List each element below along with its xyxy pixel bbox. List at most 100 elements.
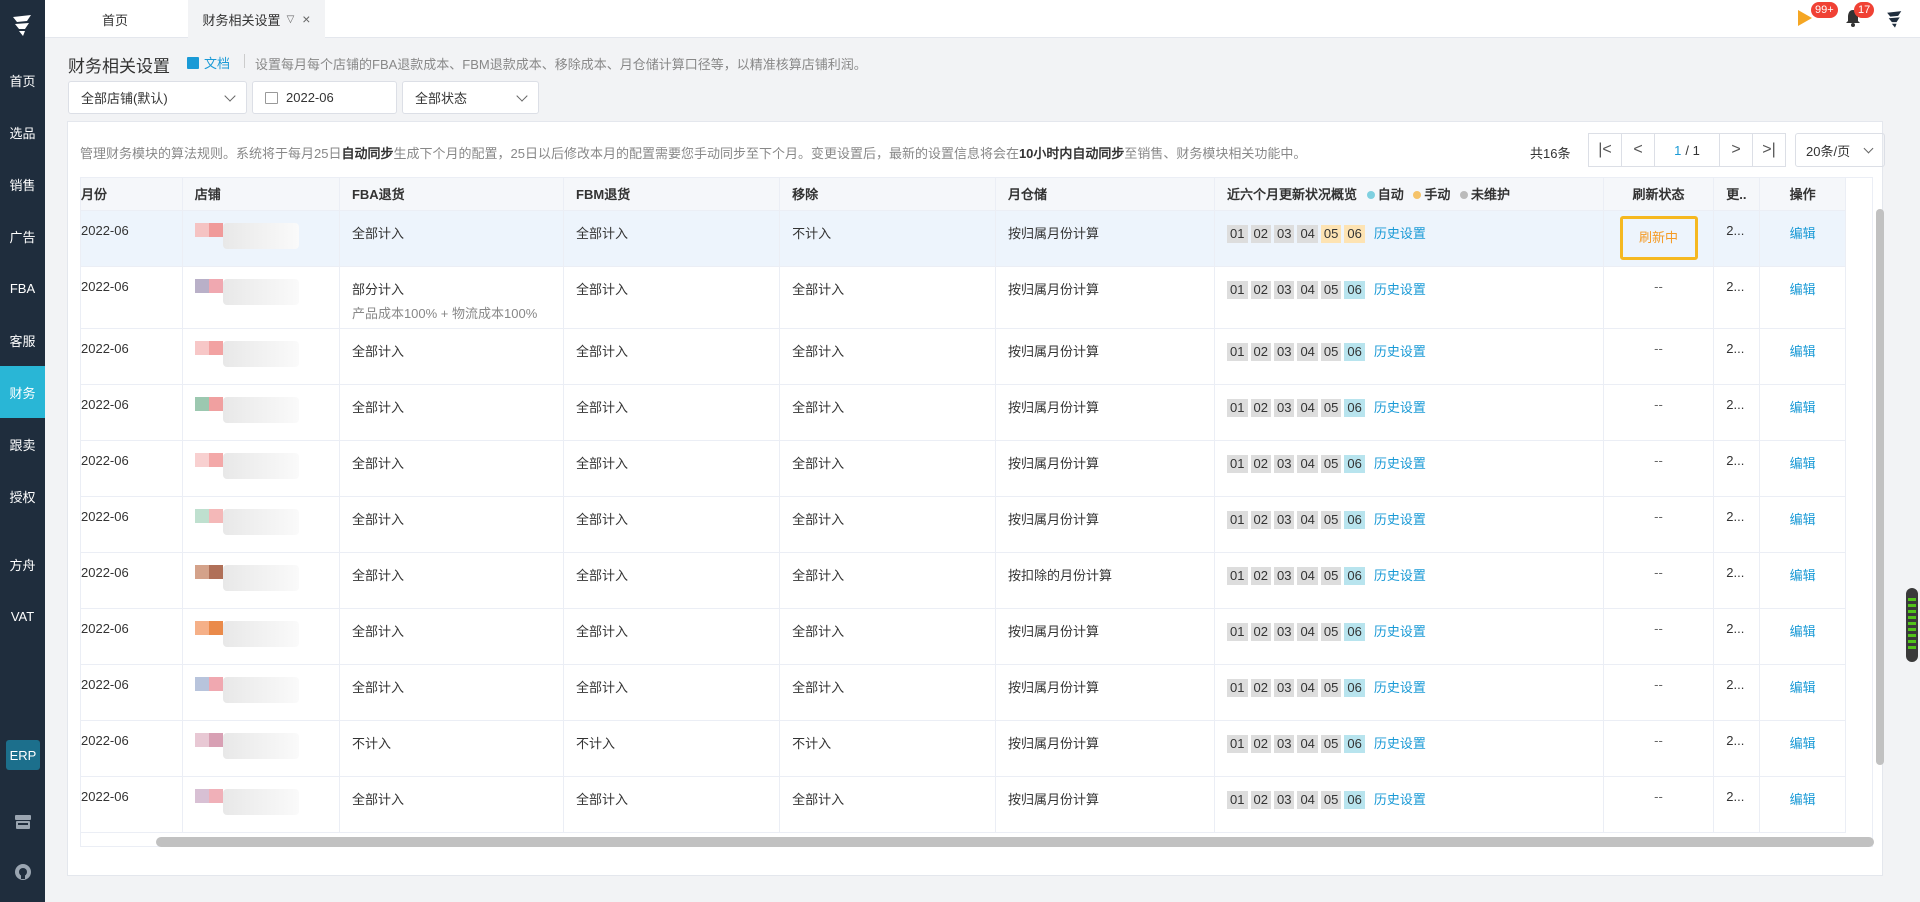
history-link[interactable]: 历史设置 [1374, 400, 1426, 415]
vertical-scrollbar[interactable] [1876, 209, 1884, 765]
status-select[interactable]: 全部状态 [402, 81, 539, 114]
doc-link-label: 文档 [204, 56, 231, 71]
doc-link[interactable]: 文档 [187, 53, 230, 72]
floating-widget[interactable] [1906, 588, 1918, 662]
sidebar-item[interactable]: 首页 [0, 54, 45, 106]
shop-select[interactable]: 全部店铺(默认) [68, 81, 247, 114]
close-icon[interactable]: × [302, 11, 310, 27]
month-chip: 04 [1297, 678, 1318, 697]
cell-action: 编辑 [1759, 720, 1846, 777]
store-icon[interactable] [11, 810, 35, 834]
edit-link[interactable]: 编辑 [1790, 568, 1816, 583]
month-chip: 02 [1250, 622, 1271, 641]
month-chip: 03 [1273, 566, 1295, 585]
table-row: 2022-06 全部计入 全部计入 全部计入 按扣除的月份计算 01 02 03 04 05 06 历… [81, 552, 1846, 609]
cell-overview: 01 02 03 04 05 06 历史设置 [1214, 776, 1604, 833]
refresh-status: -- [1654, 340, 1663, 356]
sidebar-item[interactable]: 销售 [0, 158, 45, 210]
cell-overview: 01 02 03 04 05 06 历史设置 [1214, 384, 1604, 441]
cell-month: 2022-06 [81, 266, 183, 329]
cell-removal: 全部计入 [779, 608, 996, 665]
edit-link[interactable]: 编辑 [1790, 512, 1816, 527]
cell-shop [182, 266, 340, 329]
history-link[interactable]: 历史设置 [1374, 282, 1426, 297]
page-indicator[interactable]: 1/ 1 [1654, 133, 1720, 167]
history-link[interactable]: 历史设置 [1374, 512, 1426, 527]
notice-bold: 自动同步 [341, 146, 394, 161]
calendar-icon [265, 91, 278, 104]
chevron-down-icon [516, 90, 528, 102]
cell-storage: 按归属月份计算 [995, 776, 1216, 833]
edit-link[interactable]: 编辑 [1790, 282, 1816, 297]
history-link[interactable]: 历史设置 [1374, 568, 1426, 583]
sidebar-item[interactable]: 广告 [0, 210, 45, 262]
sidebar-item[interactable]: FBA [0, 262, 45, 314]
tab-home[interactable]: 首页 [45, 0, 185, 38]
user-avatar-icon[interactable] [1884, 8, 1906, 30]
app-logo-icon[interactable] [8, 10, 38, 40]
edit-link[interactable]: 编辑 [1790, 344, 1816, 359]
shop-avatar [194, 222, 327, 249]
edit-link[interactable]: 编辑 [1790, 792, 1816, 807]
sidebar-item[interactable]: 客服 [0, 314, 45, 366]
cell-updated: 2... [1713, 720, 1761, 777]
month-chip: 02 [1250, 790, 1271, 809]
cell-action: 编辑 [1759, 210, 1846, 267]
table-row: 2022-06 全部计入 全部计入 全部计入 按归属月份计算 01 02 03 04 05 06 历史… [81, 608, 1846, 665]
last-page-button[interactable]: >| [1752, 133, 1786, 167]
shop-name-blurred [222, 564, 299, 591]
month-picker[interactable]: 2022-06 [252, 81, 397, 114]
page-size-value: 20条/页 [1806, 143, 1851, 159]
cell-shop [182, 776, 340, 833]
cell-refresh: -- [1603, 266, 1715, 329]
month-chip: 02 [1250, 510, 1271, 529]
shop-avatar [194, 732, 327, 759]
sidebar-item[interactable]: 跟卖 [0, 418, 45, 470]
history-link[interactable]: 历史设置 [1374, 680, 1426, 695]
horizontal-scrollbar[interactable] [156, 837, 1874, 847]
cell-removal: 不计入 [779, 720, 996, 777]
cell-fbm: 全部计入 [563, 664, 781, 721]
table-row: 2022-06 全部计入 全部计入 全部计入 按归属月份计算 01 02 03 04 05 06 历史… [81, 384, 1846, 441]
history-link[interactable]: 历史设置 [1374, 456, 1426, 471]
cell-overview: 01 02 03 04 05 06 历史设置 [1214, 328, 1604, 385]
tab-finance-settings[interactable]: 财务相关设置 ▽ × [188, 0, 325, 38]
edit-link[interactable]: 编辑 [1790, 624, 1816, 639]
month-chip: 06 [1344, 224, 1365, 243]
history-link[interactable]: 历史设置 [1374, 624, 1426, 639]
month-chip: 03 [1273, 454, 1295, 473]
edit-link[interactable]: 编辑 [1790, 226, 1816, 241]
cell-refresh: -- [1603, 440, 1715, 497]
cell-month: 2022-06 [81, 608, 183, 665]
sidebar-item[interactable]: 财务 [0, 366, 45, 418]
sidebar-item[interactable]: VAT [0, 590, 45, 642]
chevron-down-icon[interactable]: ▽ [287, 14, 295, 25]
sidebar-item[interactable]: 选品 [0, 106, 45, 158]
edit-link[interactable]: 编辑 [1790, 736, 1816, 751]
first-page-button[interactable]: |< [1588, 133, 1622, 167]
edit-link[interactable]: 编辑 [1790, 680, 1816, 695]
history-link[interactable]: 历史设置 [1374, 792, 1426, 807]
cell-shop [182, 496, 340, 553]
next-page-button[interactable]: > [1719, 133, 1753, 167]
sidebar-item[interactable]: 方舟 [0, 538, 45, 590]
cell-shop [182, 608, 340, 665]
cell-action: 编辑 [1759, 608, 1846, 665]
edit-link[interactable]: 编辑 [1790, 456, 1816, 471]
tab-home-label: 首页 [101, 12, 128, 28]
cell-updated: 2... [1713, 496, 1761, 553]
edit-link[interactable]: 编辑 [1790, 400, 1816, 415]
support-icon[interactable] [11, 860, 35, 884]
month-chip: 03 [1273, 342, 1295, 361]
legend-auto-dot [1366, 191, 1375, 200]
history-link[interactable]: 历史设置 [1374, 344, 1426, 359]
sidebar-item[interactable]: 授权 [0, 470, 45, 522]
page-size-select[interactable]: 20条/页 [1795, 133, 1885, 167]
erp-button[interactable]: ERP [6, 740, 40, 770]
cell-fba: 全部计入 [339, 328, 565, 385]
history-link[interactable]: 历史设置 [1374, 226, 1426, 241]
cell-overview: 01 02 03 04 05 06 历史设置 [1214, 720, 1604, 777]
month-chip: 04 [1297, 790, 1318, 809]
history-link[interactable]: 历史设置 [1374, 736, 1426, 751]
prev-page-button[interactable]: < [1621, 133, 1655, 167]
